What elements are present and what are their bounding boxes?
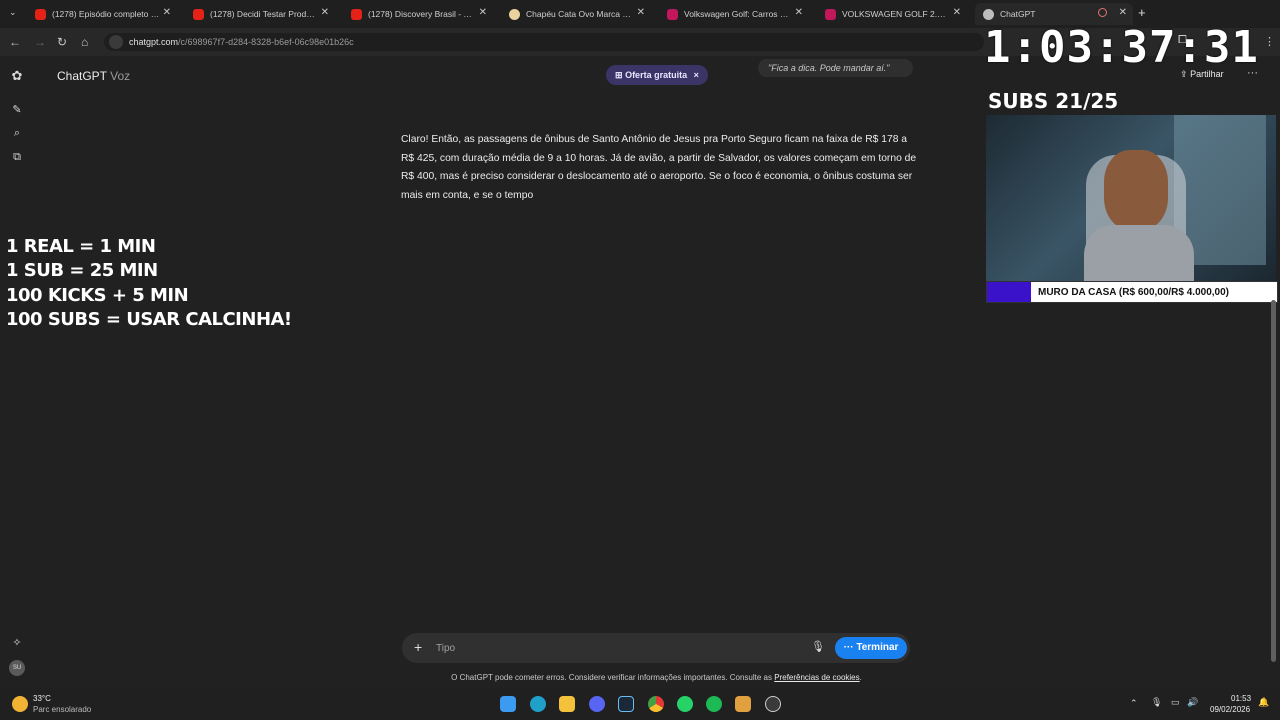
close-icon[interactable]: ✕ [637, 7, 645, 18]
rule-line: 1 SUB = 25 MIN [6, 260, 158, 281]
donation-goal-fill [987, 282, 1031, 302]
clock-date[interactable]: 09/02/2026 [1210, 705, 1250, 714]
home-icon[interactable]: ⌂ [81, 35, 88, 49]
offer-close-icon[interactable]: × [694, 70, 699, 80]
tab-title: Volkswagen Golf: Carros usado [684, 9, 792, 19]
tab-title: VOLKSWAGEN GOLF 2.0 350 TS [842, 9, 950, 19]
tab-title: (1278) Episódio completo | Ope [52, 9, 160, 19]
discord-icon[interactable] [589, 696, 605, 712]
tab-title: ChatGPT [1000, 9, 1036, 19]
reload-icon[interactable]: ↻ [57, 35, 67, 49]
tab-list-chevron-icon[interactable]: ⌄ [9, 7, 17, 18]
network-icon[interactable]: ▭ [1171, 697, 1180, 708]
temperature: 33°C [33, 694, 51, 703]
browser-tab[interactable]: (1278) Decidi Testar Produtos d ✕ [185, 3, 335, 25]
hat-icon [509, 8, 520, 20]
webcam-feed [986, 115, 1276, 281]
tray-chevron-icon[interactable]: ⌃ [1130, 698, 1138, 709]
rule-line: 100 SUBS = USAR CALCINHA! [6, 309, 292, 330]
end-voice-button[interactable]: ··· Terminar [835, 637, 907, 659]
model-selector[interactable]: ChatGPT Voz [57, 69, 130, 83]
app-icon[interactable] [735, 696, 751, 712]
notification-icon[interactable]: 🔔 [1258, 697, 1269, 708]
composer[interactable] [402, 633, 910, 663]
close-icon[interactable]: ✕ [1119, 7, 1127, 18]
tab-title: Chapéu Cata Ovo Marca KLOPI [526, 9, 634, 19]
new-chat-icon[interactable]: ✎ [10, 103, 24, 117]
clock-time[interactable]: 01:53 [1231, 694, 1251, 703]
spotify-icon[interactable] [706, 696, 722, 712]
close-icon[interactable]: ✕ [479, 7, 487, 18]
browser-tab[interactable]: (1278) Episódio completo | Ope ✕ [27, 3, 177, 25]
chatgpt-logo-icon[interactable]: ✿ [10, 68, 24, 83]
windows-start-icon[interactable] [500, 696, 516, 712]
obs-icon[interactable] [765, 696, 781, 712]
composer-input[interactable]: Tipo [436, 643, 455, 654]
model-name: Voz [110, 69, 131, 83]
assistant-message: Claro! Então, as passagens de ônibus de … [401, 134, 917, 201]
back-icon[interactable]: ← [9, 35, 21, 49]
add-attachment-icon[interactable]: + [414, 639, 422, 655]
forward-icon[interactable]: → [34, 35, 46, 49]
browser-tab[interactable]: Chapéu Cata Ovo Marca KLOPI✕ [501, 3, 651, 25]
close-icon[interactable]: ✕ [953, 7, 961, 18]
disclaimer-text: O ChatGPT pode cometer erros. Considere … [451, 673, 773, 682]
donation-goal-label: MURO DA CASA (R$ 600,00/R$ 4.000,00) [1038, 287, 1229, 298]
webmotors-icon [825, 8, 836, 20]
browser-tab[interactable]: VOLKSWAGEN GOLF 2.0 350 TS✕ [817, 3, 967, 25]
app-title: ChatGPT [57, 69, 107, 83]
scrollbar[interactable] [1271, 300, 1276, 662]
webcam-person [1104, 150, 1168, 230]
close-icon[interactable]: ✕ [795, 7, 803, 18]
browser-tab[interactable]: (1278) Discovery Brasil - YouTu ✕ [343, 3, 493, 25]
url-path: /c/698967f7-d284-8328-b6ef-06c98e01b26c [178, 37, 354, 47]
webmotors-icon [667, 8, 678, 20]
offer-badge-label: Oferta gratuita [625, 70, 688, 80]
extension-icon[interactable]: ⧠ [1178, 34, 1187, 47]
subs-counter: SUBS 21/25 [988, 89, 1119, 113]
tab-title: (1278) Decidi Testar Produtos d [210, 9, 318, 19]
close-icon[interactable]: ✕ [163, 7, 171, 18]
youtube-icon [35, 8, 46, 20]
search-icon[interactable]: ⌕ [10, 127, 24, 141]
stream-timer: 1:03:37:31 [984, 22, 1259, 73]
close-icon[interactable]: ✕ [321, 7, 329, 18]
weather-icon[interactable] [12, 696, 28, 712]
url-text: chatgpt.com/c/698967f7-d284-8328-b6ef-06… [129, 37, 354, 47]
whatsapp-icon[interactable] [677, 696, 693, 712]
rule-line: 1 REAL = 1 MIN [6, 236, 156, 257]
rule-line: 100 KICKS + 5 MIN [6, 285, 189, 306]
microphone-icon[interactable]: 🎙 [811, 640, 825, 653]
recording-icon [1098, 8, 1107, 17]
library-icon[interactable]: ⧉ [10, 151, 24, 165]
browser-tab[interactable]: Volkswagen Golf: Carros usado ✕ [659, 3, 809, 25]
end-voice-label: Terminar [856, 642, 899, 653]
disclaimer: O ChatGPT pode cometer erros. Considere … [451, 673, 862, 682]
weather-text: Parc ensolarado [33, 705, 92, 714]
webcam-person-body [1084, 225, 1194, 281]
taskbar [0, 688, 1280, 720]
file-explorer-icon[interactable] [559, 696, 575, 712]
new-tab-icon[interactable]: + [1138, 5, 1146, 20]
edge-icon[interactable] [530, 696, 546, 712]
menu-icon[interactable]: ⋮ [1264, 35, 1275, 48]
volume-icon[interactable]: 🔊 [1187, 697, 1198, 708]
youtube-icon [193, 8, 204, 20]
dots-icon: ··· [843, 642, 857, 653]
youtube-icon [351, 8, 362, 20]
chrome-icon[interactable] [648, 696, 664, 712]
offer-badge[interactable]: ⊞ Oferta gratuita × [606, 65, 708, 85]
donation-goal-bar: MURO DA CASA (R$ 600,00/R$ 4.000,00) [986, 281, 1278, 303]
sparkle-icon[interactable]: ✧ [10, 636, 24, 650]
tab-title: (1278) Discovery Brasil - YouTu [368, 9, 476, 19]
gift-icon: ⊞ [615, 70, 623, 80]
chatgpt-icon [983, 8, 994, 20]
voice-caption: "Fica a dica. Pode mandar aí." [758, 59, 913, 77]
site-info-icon[interactable] [109, 35, 123, 49]
url-host: chatgpt.com [129, 37, 179, 47]
steam-icon[interactable] [618, 696, 634, 712]
cookie-preferences-link[interactable]: Preferências de cookies [774, 673, 859, 682]
microphone-tray-icon[interactable]: 🎙 [1151, 697, 1162, 708]
